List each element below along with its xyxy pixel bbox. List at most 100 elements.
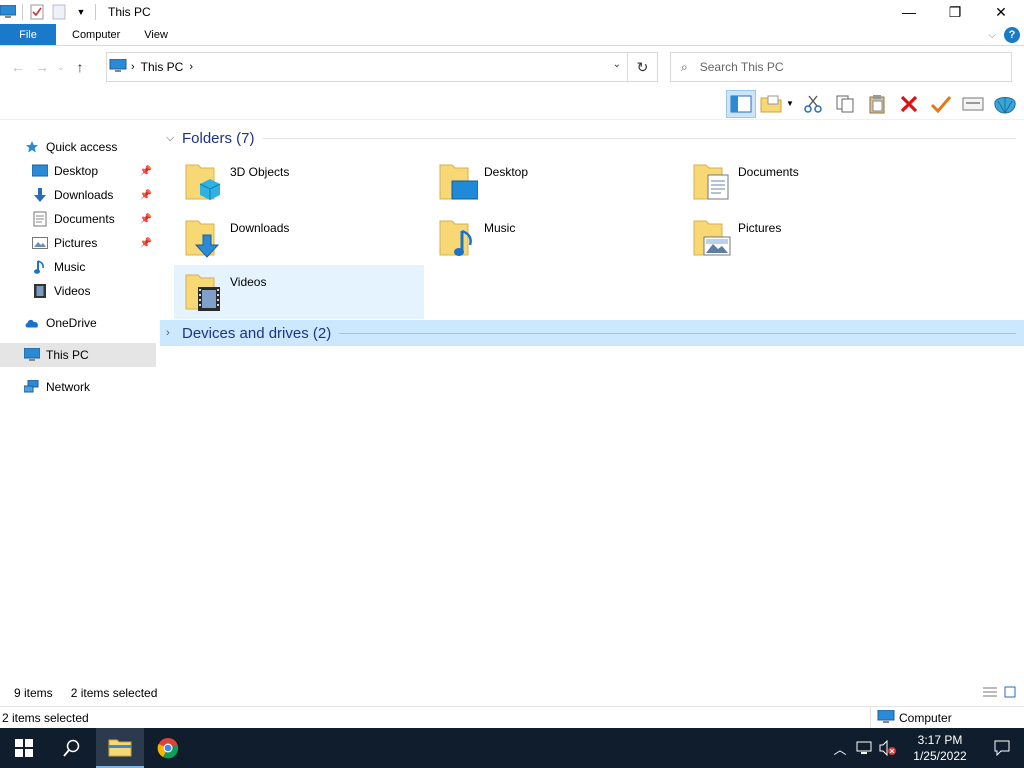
cloud-icon [24, 315, 40, 331]
restore-button[interactable]: ❐ [932, 0, 978, 24]
cut-button[interactable] [798, 90, 828, 118]
folder-name: Downloads [230, 221, 290, 235]
close-button[interactable]: ✕ [978, 0, 1024, 24]
paste-icon [869, 94, 885, 113]
folder-documents[interactable]: Documents [682, 155, 932, 207]
title-bar: ▼ This PC — ❐ ✕ [0, 0, 1024, 24]
folder-icon [692, 159, 732, 203]
nav-item-music[interactable]: Music [0, 255, 156, 279]
pictures-icon [32, 235, 48, 251]
chevron-up-icon[interactable]: ︿ [828, 728, 852, 768]
zone-indicator: Computer [870, 707, 952, 729]
network-tray-icon[interactable] [852, 728, 876, 768]
new-folder-icon[interactable] [51, 4, 67, 20]
forward-button[interactable]: → [30, 55, 54, 79]
folder-downloads[interactable]: Downloads [174, 211, 424, 263]
clock[interactable]: 3:17 PM 1/25/2022 [900, 732, 980, 764]
folder-icon [184, 269, 224, 313]
help-icon[interactable]: ? [1004, 27, 1020, 43]
this-pc-icon [0, 4, 16, 20]
properties-button[interactable] [958, 90, 988, 118]
documents-icon [32, 211, 48, 227]
chevron-right-icon[interactable]: › [166, 327, 178, 339]
nav-label: Music [54, 260, 86, 274]
content-pane: ⌵ Folders (7) 3D Objects Desktop Documen… [160, 122, 1024, 676]
bottom-selected-text: 2 items selected [2, 710, 89, 725]
computer-icon [877, 709, 895, 727]
breadcrumb-this-pc[interactable]: This PC [141, 60, 184, 74]
large-icons-view-icon[interactable] [1004, 686, 1016, 701]
properties-icon[interactable] [29, 4, 45, 20]
devices-group-header[interactable]: › Devices and drives (2) [160, 320, 1024, 346]
search-icon: ⌕ [681, 59, 688, 74]
chrome-taskbar-button[interactable] [144, 728, 192, 768]
folder-desktop[interactable]: Desktop [428, 155, 678, 207]
nav-label: Documents [54, 212, 115, 226]
nav-this-pc[interactable]: This PC [0, 343, 156, 367]
folder-pictures[interactable]: Pictures [682, 211, 932, 263]
search-button[interactable] [48, 728, 96, 768]
start-button[interactable] [0, 728, 48, 768]
breadcrumb: › This PC › [131, 60, 193, 74]
nav-item-desktop[interactable]: Desktop 📌 [0, 159, 156, 183]
clock-time: 3:17 PM [917, 733, 963, 747]
nav-onedrive[interactable]: OneDrive [0, 311, 156, 335]
delete-button[interactable] [894, 90, 924, 118]
pin-icon[interactable]: 📌 [140, 190, 152, 201]
address-bar[interactable]: › This PC › ⌄ ↻ [106, 52, 658, 82]
tab-view[interactable]: View [132, 24, 180, 45]
folder-3d-objects[interactable]: 3D Objects [174, 155, 424, 207]
copy-icon [836, 95, 854, 112]
tab-file[interactable]: File [0, 24, 56, 45]
address-dropdown-icon[interactable]: ⌄ [613, 59, 621, 70]
breadcrumb-chevron-icon[interactable]: › [131, 61, 135, 73]
delete-icon [900, 95, 918, 112]
folder-name: Documents [738, 165, 799, 179]
search-icon [63, 739, 80, 757]
this-pc-icon [24, 347, 40, 363]
shell-button[interactable] [990, 90, 1020, 118]
folder-music[interactable]: Music [428, 211, 678, 263]
star-icon [24, 139, 40, 155]
volume-muted-icon[interactable] [876, 728, 900, 768]
file-explorer-taskbar-button[interactable] [96, 728, 144, 768]
expand-ribbon-chevron-icon[interactable]: ⌵ [988, 30, 996, 41]
chevron-down-icon[interactable]: ⌵ [166, 132, 178, 145]
action-center-button[interactable] [980, 728, 1024, 768]
refresh-button[interactable]: ↻ [627, 53, 657, 81]
details-view-icon[interactable] [982, 686, 998, 701]
folder-videos[interactable]: Videos [174, 265, 424, 319]
back-button[interactable]: ← [6, 55, 30, 79]
navigation-pane-icon [730, 95, 752, 112]
folders-group-header[interactable]: ⌵ Folders (7) [160, 125, 1024, 151]
pin-icon[interactable]: 📌 [140, 238, 152, 249]
nav-quick-access[interactable]: Quick access [0, 135, 156, 159]
folder-name: 3D Objects [230, 165, 290, 179]
folder-name: Music [484, 221, 516, 235]
nav-item-videos[interactable]: Videos [0, 279, 156, 303]
nav-network[interactable]: Network [0, 375, 156, 399]
new-folder-button[interactable]: ▼ [758, 90, 796, 118]
rename-button[interactable] [926, 90, 956, 118]
paste-button[interactable] [862, 90, 892, 118]
minimize-button[interactable]: — [886, 0, 932, 24]
navigation-pane-button[interactable] [726, 89, 756, 118]
nav-item-pictures[interactable]: Pictures 📌 [0, 231, 156, 255]
pin-icon[interactable]: 📌 [140, 166, 152, 177]
dropdown-arrow-icon[interactable]: ▼ [786, 99, 794, 108]
checkmark-icon [930, 95, 952, 113]
breadcrumb-chevron-icon[interactable]: › [189, 61, 193, 73]
nav-item-documents[interactable]: Documents 📌 [0, 207, 156, 231]
folder-icon [184, 215, 224, 259]
tab-computer[interactable]: Computer [60, 24, 132, 45]
search-input[interactable]: ⌕ Search This PC [670, 52, 1012, 82]
up-button[interactable]: ↑ [68, 55, 92, 79]
nav-item-downloads[interactable]: Downloads 📌 [0, 183, 156, 207]
copy-button[interactable] [830, 90, 860, 118]
scissors-icon [804, 95, 822, 113]
status-bar: 9 items 2 items selected [0, 680, 1024, 706]
customize-qat-dropdown-icon[interactable]: ▼ [73, 4, 89, 20]
pin-icon[interactable]: 📌 [140, 214, 152, 225]
recent-locations-dropdown[interactable]: ⌄ [54, 55, 68, 79]
shell-icon [994, 96, 1016, 114]
